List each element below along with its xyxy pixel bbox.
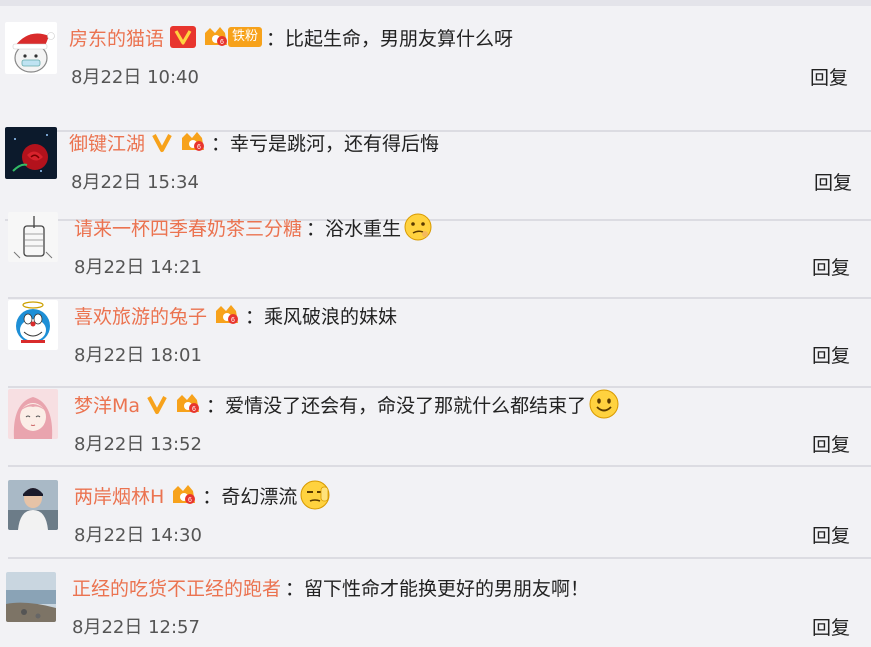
comment-line: 房东的猫语 6 铁粉 ： 比起生命，男朋友算什么呀 [69, 22, 513, 52]
vip-crown-badge: 6 [179, 130, 207, 154]
svg-text:6: 6 [188, 497, 192, 504]
reply-button[interactable]: 回复 [812, 430, 850, 457]
divider [8, 465, 871, 467]
comment-time: 8月22日 14:21 [74, 257, 202, 278]
comment-time: 8月22日 12:57 [72, 617, 200, 638]
comment-item: 梦洋Ma 6 ： 爱情没了还会有，命没了那就什么都结束了 8月22日 13:52… [8, 389, 871, 479]
username-link[interactable]: 梦洋Ma [74, 391, 140, 418]
username-link[interactable]: 喜欢旅游的兔子 [74, 302, 207, 329]
colon: ： [266, 27, 286, 50]
divider [8, 386, 871, 388]
comment-text: 浴水重生 [325, 217, 402, 240]
divider [8, 557, 871, 559]
reply-button[interactable]: 回复 [814, 168, 852, 195]
person-cap-avatar[interactable] [8, 480, 58, 530]
comment-line: 两岸烟林H 6 ： 奇幻漂流 [74, 480, 331, 510]
doraemon-avatar[interactable] [8, 300, 58, 350]
comment-time: 8月22日 13:52 [74, 434, 202, 455]
comment-item: 房东的猫语 6 铁粉 ： 比起生命，男朋友算什么呀 8月22日 10:40 回复 [5, 22, 871, 132]
reply-button[interactable]: 回复 [812, 253, 850, 280]
comment-text: 奇幻漂流 [221, 485, 298, 508]
comment-line: 喜欢旅游的兔子 6 ： 乘风破浪的妹妹 [74, 300, 397, 330]
vip-crown-badge: 6 [170, 483, 198, 507]
comment-line: 御键江湖 6 ： 幸亏是跳河，还有得后悔 [69, 127, 439, 157]
comment-item: 请来一杯四季春奶茶三分糖 ： 浴水重生 8月22日 14:21 回复 [8, 212, 871, 302]
v-verified-badge [151, 131, 173, 153]
colon: ： [206, 394, 226, 417]
colon: ： [306, 217, 326, 240]
sketch-cup-avatar[interactable] [8, 212, 58, 262]
comment-time: 8月22日 15:34 [71, 172, 199, 193]
comment-time: 8月22日 14:30 [74, 525, 202, 546]
svg-text:6: 6 [220, 39, 224, 46]
comment-line: 请来一杯四季春奶茶三分糖 ： 浴水重生 [74, 212, 433, 242]
comment-text: 乘风破浪的妹妹 [264, 305, 398, 328]
vip-crown-badge: 6 [213, 303, 241, 327]
vip-crown-badge: 6 [202, 25, 230, 49]
svg-text:6: 6 [197, 144, 201, 151]
v-verified-badge [170, 26, 197, 48]
divider [8, 297, 871, 299]
colon: ： [245, 305, 265, 328]
svg-text:6: 6 [192, 406, 196, 413]
colon: ： [285, 577, 305, 600]
reply-button[interactable]: 回复 [812, 521, 850, 548]
comment-item: 正经的吃货不正经的跑者 ： 留下性命才能换更好的男朋友啊！ 8月22日 12:5… [6, 572, 871, 647]
username-link[interactable]: 正经的吃货不正经的跑者 [72, 574, 281, 601]
comment-text: 留下性命才能换更好的男朋友啊！ [304, 577, 590, 600]
comment-line: 梦洋Ma 6 ： 爱情没了还会有，命没了那就什么都结束了 [74, 389, 620, 419]
reply-button[interactable]: 回复 [812, 341, 850, 368]
comment-list: 房东的猫语 6 铁粉 ： 比起生命，男朋友算什么呀 8月22日 10:40 回复 [0, 0, 871, 647]
svg-text:6: 6 [231, 317, 235, 324]
comment-time: 8月22日 18:01 [74, 345, 202, 366]
anime-girl-avatar[interactable] [8, 389, 58, 439]
santa-hat-cat-avatar[interactable] [5, 22, 57, 74]
comment-time: 8月22日 10:40 [71, 67, 199, 88]
facepalm-emoji [299, 479, 331, 511]
smile-emoji [588, 388, 620, 420]
v-verified-badge [146, 393, 168, 415]
colon: ： [202, 485, 222, 508]
username-link[interactable]: 请来一杯四季春奶茶三分糖 [74, 214, 302, 241]
thinking-emoji [403, 212, 433, 242]
seaside-avatar[interactable] [6, 572, 56, 622]
comment-text: 幸亏是跳河，还有得后悔 [230, 132, 440, 155]
username-link[interactable]: 两岸烟林H [74, 482, 164, 509]
comment-line: 正经的吃货不正经的跑者 ： 留下性命才能换更好的男朋友啊！ [72, 572, 589, 602]
comment-text: 比起生命，男朋友算什么呀 [285, 27, 514, 50]
colon: ： [211, 132, 231, 155]
comment-item: 两岸烟林H 6 ： 奇幻漂流 8月22日 14:30 回复 [8, 480, 871, 570]
username-link[interactable]: 御键江湖 [69, 129, 145, 156]
red-rose-avatar[interactable] [5, 127, 57, 179]
vip-crown-badge: 6 [174, 392, 202, 416]
fan-tiefen-badge: 铁粉 [228, 27, 263, 47]
top-divider [0, 0, 871, 6]
username-link[interactable]: 房东的猫语 [69, 24, 164, 51]
comment-text: 爱情没了还会有，命没了那就什么都结束了 [225, 394, 587, 417]
comment-item: 御键江湖 6 ： 幸亏是跳河，还有得后悔 8月22日 15:34 回复 [5, 127, 871, 221]
reply-button[interactable]: 回复 [810, 63, 848, 90]
comment-item: 喜欢旅游的兔子 6 ： 乘风破浪的妹妹 8月22日 18:01 回复 [8, 300, 871, 390]
reply-button[interactable]: 回复 [812, 613, 850, 640]
